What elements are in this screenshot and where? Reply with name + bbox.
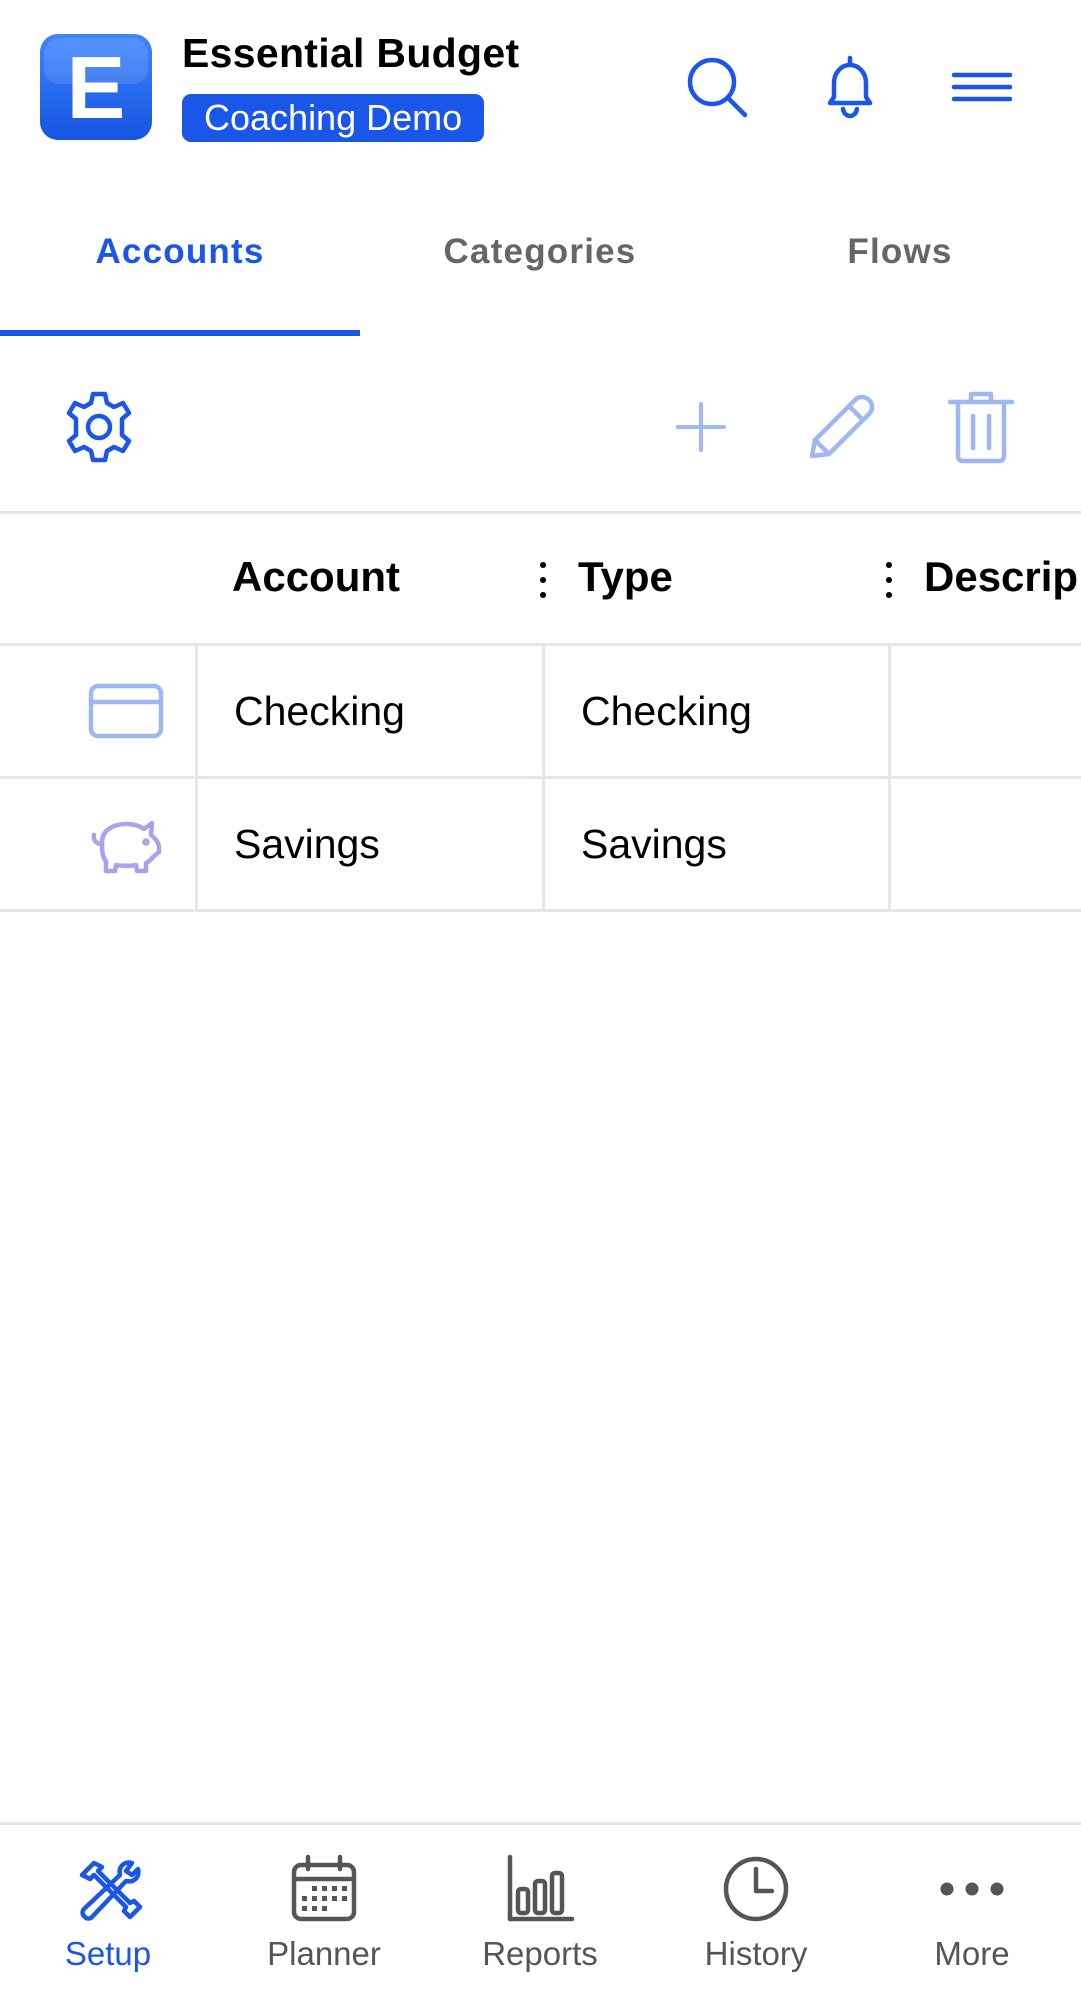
tab-accounts[interactable]: Accounts xyxy=(0,210,360,336)
column-menu-icon[interactable] xyxy=(536,562,550,602)
nav-planner[interactable]: Planner xyxy=(216,1825,432,2002)
bottom-navigation: Setup Planner Reports History More xyxy=(0,1822,1081,2002)
bar-chart-icon xyxy=(507,1854,575,1922)
table-row[interactable]: Checking Checking xyxy=(0,646,1081,779)
cell-account: Checking xyxy=(234,688,405,734)
tab-flows[interactable]: Flows xyxy=(720,210,1080,336)
tab-categories[interactable]: Categories xyxy=(360,210,720,336)
piggy-bank-icon xyxy=(91,820,162,874)
notifications-button[interactable] xyxy=(815,52,885,122)
app-logo: E xyxy=(40,34,152,140)
column-menu-icon[interactable] xyxy=(882,562,896,602)
pencil-icon xyxy=(809,394,875,459)
nav-label: Reports xyxy=(482,1935,598,1972)
calendar-icon xyxy=(291,1854,357,1922)
column-header-description[interactable]: Descrip xyxy=(924,514,1078,643)
nav-label: Planner xyxy=(267,1935,381,1972)
more-dots-icon xyxy=(940,1882,1004,1896)
clock-icon xyxy=(723,1856,789,1922)
nav-reports[interactable]: Reports xyxy=(432,1825,648,2002)
cell-account: Savings xyxy=(234,821,380,867)
table-row[interactable]: Savings Savings xyxy=(0,779,1081,912)
search-icon xyxy=(687,57,748,118)
plus-icon xyxy=(676,402,726,452)
cell-type: Checking xyxy=(581,688,752,734)
hamburger-menu-icon xyxy=(951,72,1013,102)
delete-account-button[interactable] xyxy=(940,386,1022,468)
tab-bar: Accounts Categories Flows xyxy=(0,210,1081,336)
nav-more[interactable]: More xyxy=(864,1825,1080,2002)
column-header-account[interactable]: Account xyxy=(232,514,400,643)
search-button[interactable] xyxy=(682,52,752,122)
settings-button[interactable] xyxy=(58,386,140,468)
tools-icon xyxy=(79,1860,143,1921)
cell-type: Savings xyxy=(581,821,727,867)
credit-card-icon xyxy=(88,683,164,739)
svg-text:E: E xyxy=(67,38,126,137)
bell-icon xyxy=(827,55,873,119)
toolbar xyxy=(0,336,1081,514)
app-title: Essential Budget xyxy=(182,30,520,76)
nav-label: History xyxy=(704,1935,808,1972)
add-account-button[interactable] xyxy=(660,386,742,468)
nav-setup[interactable]: Setup xyxy=(0,1825,216,2002)
coaching-demo-badge[interactable]: Coaching Demo xyxy=(182,94,485,142)
menu-button[interactable] xyxy=(947,52,1017,122)
nav-label: More xyxy=(934,1935,1010,1972)
accounts-table: Account Type Descrip Checking Checking S… xyxy=(0,514,1081,912)
gear-icon xyxy=(66,391,132,463)
column-header-type[interactable]: Type xyxy=(578,514,673,643)
trash-icon xyxy=(947,391,1015,464)
edit-account-button[interactable] xyxy=(800,386,882,468)
table-header: Account Type Descrip xyxy=(0,514,1081,646)
nav-history[interactable]: History xyxy=(648,1825,864,2002)
nav-label: Setup xyxy=(64,1935,152,1972)
app-header: E Essential Budget Coaching Demo xyxy=(0,0,1081,170)
